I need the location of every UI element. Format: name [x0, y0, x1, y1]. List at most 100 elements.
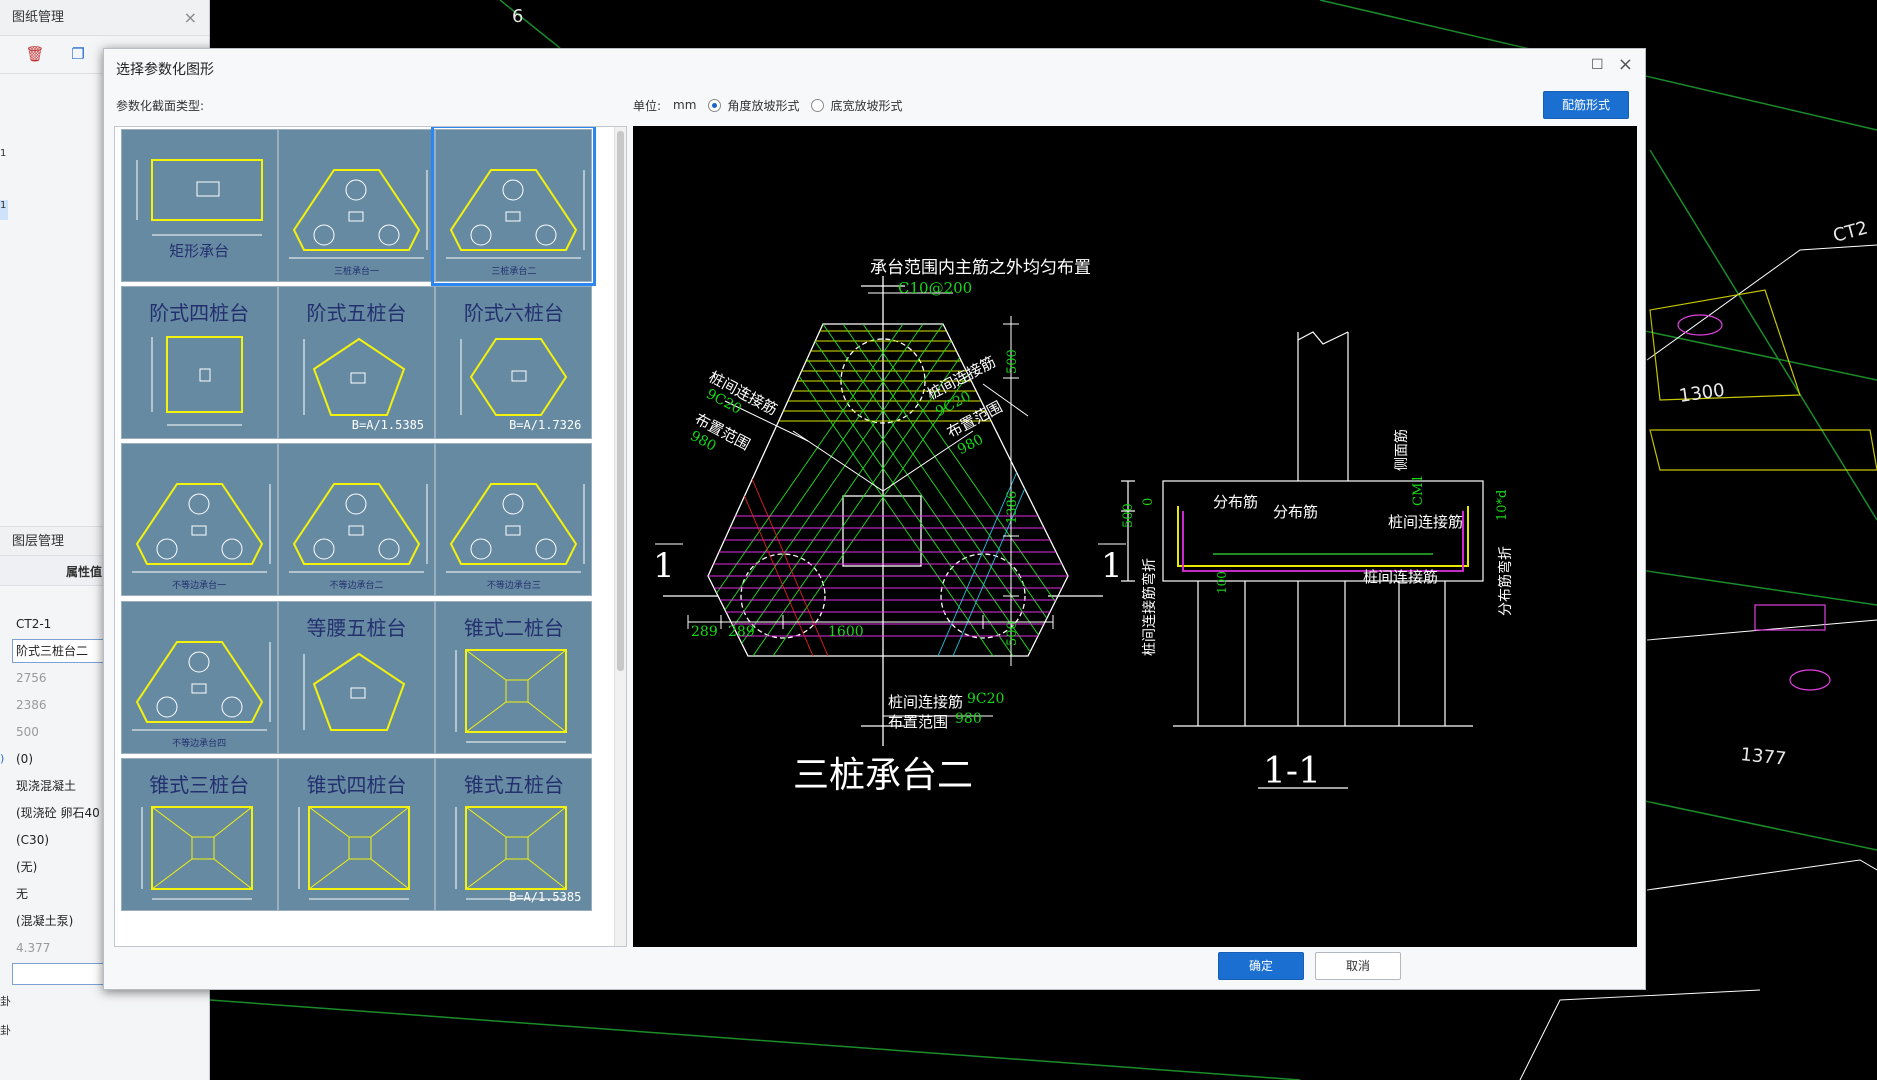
shape-tile[interactable]: 阶式五桩台 B=A/1.5385 — [278, 286, 436, 440]
property-elevation-field[interactable]: (0) — [12, 747, 116, 771]
tile-title: 锥式四桩台 — [306, 772, 407, 797]
delete-icon[interactable]: 🗑 — [25, 45, 45, 65]
property-concrete-type-field[interactable]: (现浇砼 卵石40 — [12, 801, 116, 825]
tile-caption: 不等边承台一 — [172, 581, 227, 592]
property-material-field[interactable]: 现浇混凝土 — [12, 774, 116, 798]
close-icon[interactable]: × — [184, 0, 197, 36]
shape-tile[interactable]: 锥式五桩台 B=A/1.5385 — [435, 757, 593, 911]
plan-title: 三桩承台二 — [793, 755, 974, 796]
preview-drawing — [655, 276, 1484, 789]
dim-289-right: 289 — [728, 624, 755, 640]
shape-tile[interactable]: 锥式二桩台 — [435, 600, 593, 754]
cancel-button[interactable]: 取消 — [1315, 952, 1401, 980]
label-link-rebar-section-2: 桩间连接筋 — [1363, 568, 1439, 586]
dim-500-bottom: 500 — [1005, 621, 1020, 646]
angle-slope-radio[interactable] — [708, 98, 722, 112]
dim-500-top: 500 — [1005, 349, 1020, 374]
shape-tile[interactable]: 不等边承台三 — [435, 443, 593, 597]
close-icon[interactable]: × — [1618, 54, 1633, 75]
tile-title: 锥式二桩台 — [463, 615, 564, 640]
property-pump-field[interactable]: (混凝土泵) — [12, 909, 116, 933]
shape-tile[interactable]: 等腰五桩台 — [278, 600, 436, 754]
tile-caption: 矩形承台 — [169, 241, 230, 260]
shape-thumbnail — [131, 640, 271, 731]
dim-0-section: 0 — [1141, 497, 1156, 506]
label-range-bottom: 布置范围 — [888, 713, 949, 731]
tile-caption: 不等边承台四 — [172, 738, 227, 749]
rebar-form-button[interactable]: 配筋形式 — [1543, 91, 1629, 119]
shape-tile[interactable]: 阶式六桩台 B=A/1.7326 — [435, 286, 593, 440]
shape-tile[interactable]: 锥式四桩台 — [278, 757, 436, 911]
gallery-scrollbar[interactable] — [614, 127, 626, 946]
maximize-icon[interactable]: ☐ — [1591, 57, 1605, 73]
property-value-header: 属性值 — [66, 565, 103, 579]
section-mark-left: 1 — [653, 546, 675, 586]
shape-tile[interactable]: 不等边承台一 — [120, 443, 278, 597]
property-name-field[interactable]: CT2-1 — [12, 612, 116, 636]
shape-tile[interactable]: 锥式三桩台 — [120, 757, 278, 911]
dim-1600: 1600 — [828, 624, 864, 640]
row-mark: 卦 — [0, 995, 11, 1008]
section-type-label: 参数化截面类型: — [116, 99, 205, 113]
shape-thumbnail — [446, 168, 585, 259]
property-width-field[interactable]: 2386 — [12, 693, 116, 717]
shape-gallery: 矩形承台三桩承台一 三桩承台二阶式四桩台 阶式五桩台 B=A/1.5385 阶式六桩台 B… — [114, 126, 627, 947]
scrollbar-thumb[interactable] — [617, 131, 624, 671]
dim-100-section: 100 — [1215, 571, 1229, 594]
label-distribution-rebar-1: 分布筋 — [1213, 493, 1259, 511]
drawing-manager-header: 图纸管理 × — [0, 0, 209, 36]
dim-500-section: 500 — [1121, 503, 1136, 528]
row-mark: 1 — [0, 148, 7, 159]
label-link-rebar-bend: 桩间连接筋弯折 — [1142, 558, 1158, 656]
shape-tile[interactable]: 三桩承台二 — [431, 127, 597, 286]
row-mark: 卦 — [0, 1024, 11, 1037]
bg-label-6: 6 — [512, 6, 523, 27]
shape-thumbnail — [289, 168, 428, 259]
property-length-field[interactable]: 2756 — [12, 666, 116, 690]
layer-manager-title: 图层管理 — [12, 534, 65, 549]
tile-formula: B=A/1.7326 — [509, 418, 582, 433]
copy-icon[interactable]: ❐ — [68, 45, 88, 65]
tile-formula: B=A/1.5385 — [509, 889, 582, 904]
angle-slope-label[interactable]: 角度放坡形式 — [727, 97, 799, 114]
property-empty-field[interactable] — [12, 963, 116, 985]
tile-caption: 不等边承台二 — [329, 581, 384, 592]
tile-caption: 不等边承台三 — [486, 581, 541, 592]
row-mark: ) — [0, 752, 5, 765]
property-height-field[interactable]: 500 — [12, 720, 116, 744]
label-9c20-bottom: 9C20 — [967, 691, 1005, 707]
shape-tile[interactable]: 阶式四桩台 — [120, 286, 278, 440]
tile-title: 锥式五桩台 — [463, 772, 564, 797]
section-mark-right: 1 — [1101, 546, 1123, 586]
shape-tile[interactable]: 矩形承台 — [120, 128, 278, 282]
tile-title: 锥式三桩台 — [149, 772, 250, 797]
shape-thumbnail — [131, 483, 271, 573]
label-cm1: CM1 — [1411, 474, 1426, 506]
label-side-rebar: 侧面筋 — [1394, 429, 1410, 471]
parametric-shape-dialog: 选择参数化图形 ☐ × 参数化截面类型: 单位: mm 角度放坡形式 底宽放坡形… — [103, 48, 1646, 990]
width-slope-label[interactable]: 底宽放坡形式 — [830, 97, 902, 114]
tile-caption: 三桩承台一 — [334, 266, 380, 277]
row-mark[interactable]: 1 — [0, 200, 8, 220]
property-option-field[interactable]: 无 — [12, 882, 116, 906]
property-volume-field[interactable]: 4.377 — [12, 936, 116, 960]
unit-label: 单位: — [633, 98, 662, 113]
tile-title: 阶式六桩台 — [463, 301, 564, 326]
property-strength-field[interactable]: (C30) — [12, 828, 116, 852]
shape-thumbnail — [446, 483, 585, 573]
ok-button[interactable]: 确定 — [1218, 952, 1304, 980]
tile-formula: B=A/1.5385 — [351, 418, 425, 433]
rebar-spec-c10: C10@200 — [898, 279, 973, 297]
tile-caption: 三桩承台二 — [491, 266, 537, 277]
shape-tile[interactable]: 不等边承台二 — [278, 443, 436, 597]
section-title: 1-1 — [1263, 751, 1321, 792]
label-distribution-bend: 分布筋弯折 — [1498, 546, 1514, 616]
label-10d: 10*d — [1495, 489, 1510, 521]
unit-value: mm — [673, 98, 697, 112]
shape-tile[interactable]: 三桩承台一 — [278, 128, 436, 282]
property-type-field[interactable]: 阶式三桩台二 — [12, 639, 116, 663]
tile-title: 等腰五桩台 — [306, 615, 407, 640]
shape-tile[interactable]: 不等边承台四 — [120, 600, 278, 754]
property-admixture-field[interactable]: (无) — [12, 855, 116, 879]
width-slope-radio[interactable] — [811, 98, 825, 112]
